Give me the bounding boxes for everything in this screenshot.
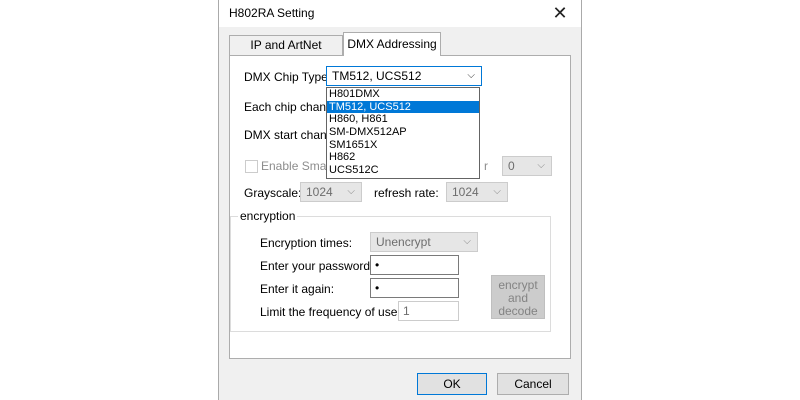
chevron-down-icon: ⌵ xyxy=(493,186,501,197)
enable-smart-label: Enable Smart xyxy=(261,159,334,173)
chevron-down-icon: ⌵ xyxy=(347,186,355,197)
chip-option[interactable]: H860, H861 xyxy=(327,113,479,126)
settings-dialog: H802RA Setting ✕ IP and ArtNet settings … xyxy=(218,0,582,400)
encrypt-decode-button[interactable]: encrypt and decode xyxy=(491,275,545,319)
grayscale-label: Grayscale: xyxy=(244,186,302,200)
grayscale-select[interactable]: 1024 ⌵ xyxy=(300,182,362,202)
chip-option-selected[interactable]: TM512, UCS512 xyxy=(327,100,479,114)
smart-option-select[interactable]: 0 ⌵ xyxy=(502,156,552,176)
window-title: H802RA Setting xyxy=(229,6,315,20)
encryption-times-value: Unencrypt xyxy=(376,235,431,249)
chip-type-select[interactable]: TM512, UCS512 ⌵ xyxy=(326,66,482,86)
chip-option[interactable]: H801DMX xyxy=(327,88,479,101)
dmx-addressing-panel: DMX Chip Type: TM512, UCS512 ⌵ Each chip… xyxy=(229,55,571,359)
frequency-limit-label: Limit the frequency of use: xyxy=(260,305,401,319)
tab-dmx-addressing[interactable]: DMX Addressing xyxy=(343,32,441,56)
frequency-limit-input[interactable]: 1 xyxy=(398,301,459,321)
chip-option[interactable]: SM-DMX512AP xyxy=(327,126,479,139)
refresh-rate-label: refresh rate: xyxy=(374,186,439,200)
encryption-group-title: encryption xyxy=(238,209,298,223)
smart-option-value: 0 xyxy=(508,159,515,173)
chip-type-dropdown-list: H801DMX TM512, UCS512 H860, H861 SM-DMX5… xyxy=(326,87,480,179)
password-confirm-label: Enter it again: xyxy=(260,282,335,296)
chip-option[interactable]: H862 xyxy=(327,151,479,164)
encryption-times-select[interactable]: Unencrypt ⌵ xyxy=(370,232,478,252)
tab-ip-artnet-settings[interactable]: IP and ArtNet settings xyxy=(229,35,343,70)
ok-button[interactable]: OK xyxy=(417,373,487,395)
refresh-rate-value: 1024 xyxy=(452,185,479,199)
refresh-rate-select[interactable]: 1024 ⌵ xyxy=(446,182,508,202)
chevron-down-icon: ⌵ xyxy=(467,70,475,81)
dialog-body: IP and ArtNet settings DMX Addressing DM… xyxy=(219,27,581,400)
chip-type-label: DMX Chip Type: xyxy=(244,70,332,84)
chevron-down-icon: ⌵ xyxy=(537,160,545,171)
chevron-down-icon: ⌵ xyxy=(463,236,471,247)
grayscale-value: 1024 xyxy=(306,185,333,199)
password-input[interactable]: • xyxy=(370,255,459,275)
partial-label: r xyxy=(484,159,488,173)
chip-option[interactable]: UCS512C xyxy=(327,164,479,177)
cancel-button[interactable]: Cancel xyxy=(497,373,569,395)
enable-smart-checkbox[interactable] xyxy=(245,160,258,173)
password-label: Enter your password: xyxy=(260,259,374,273)
chip-type-value: TM512, UCS512 xyxy=(332,69,422,83)
close-icon[interactable]: ✕ xyxy=(549,2,571,24)
encryption-times-label: Encryption times: xyxy=(260,236,353,250)
password-confirm-input[interactable]: • xyxy=(370,278,459,298)
chip-option[interactable]: SM1651X xyxy=(327,139,479,152)
